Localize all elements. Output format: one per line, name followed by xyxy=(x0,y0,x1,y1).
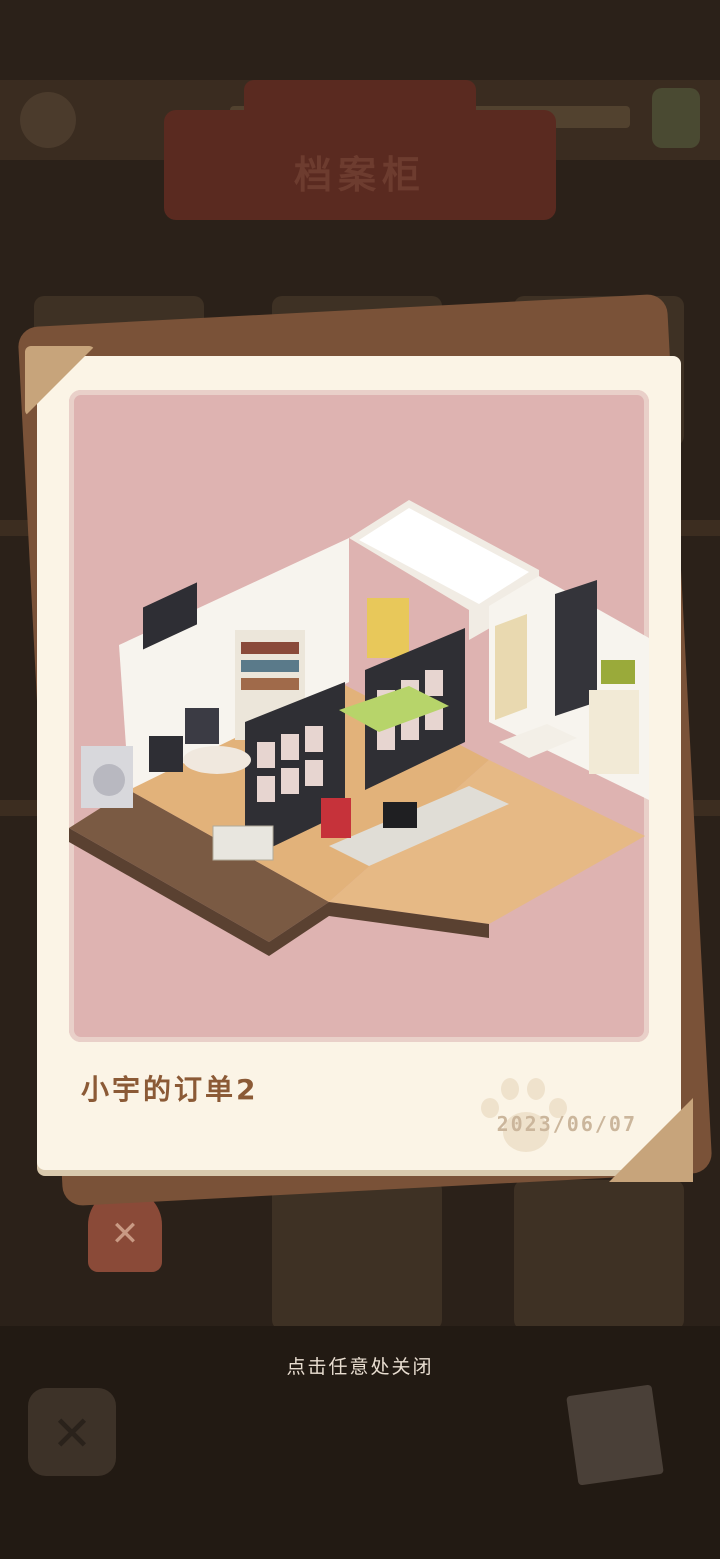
door xyxy=(495,614,527,720)
background-cabinet-header: 档案柜 xyxy=(164,80,556,220)
room-photo xyxy=(69,390,649,1042)
background-cabinet-title: 档案柜 xyxy=(293,153,426,197)
photo-corner-bottom-right xyxy=(609,1098,693,1182)
poster xyxy=(367,598,409,658)
background-close-button: ✕ xyxy=(28,1388,116,1476)
baby-stroller xyxy=(212,825,274,861)
tap-to-close-hint[interactable]: 点击任意处关闭 xyxy=(0,1352,720,1379)
close-icon: ✕ xyxy=(51,1406,93,1462)
order-title: 小宇的订单2 xyxy=(81,1073,259,1106)
background-archive-card xyxy=(272,1180,442,1330)
background-note-icon xyxy=(566,1384,664,1486)
microwave xyxy=(601,660,635,684)
isometric-room-illustration xyxy=(69,500,649,956)
photo-card[interactable]: 小宇的订单2 2023/06/07 xyxy=(25,346,693,1182)
background-archive-card xyxy=(514,1180,684,1330)
gaming-chair xyxy=(321,798,351,838)
computer xyxy=(383,802,417,828)
fridge xyxy=(589,690,639,774)
close-icon: ✕ xyxy=(110,1214,140,1254)
background-plant-icon xyxy=(652,88,700,148)
photo-corner-top-left xyxy=(25,346,95,416)
round-table xyxy=(183,746,251,774)
background-settings-icon xyxy=(20,92,76,148)
order-date: 2023/06/07 xyxy=(496,1112,637,1136)
